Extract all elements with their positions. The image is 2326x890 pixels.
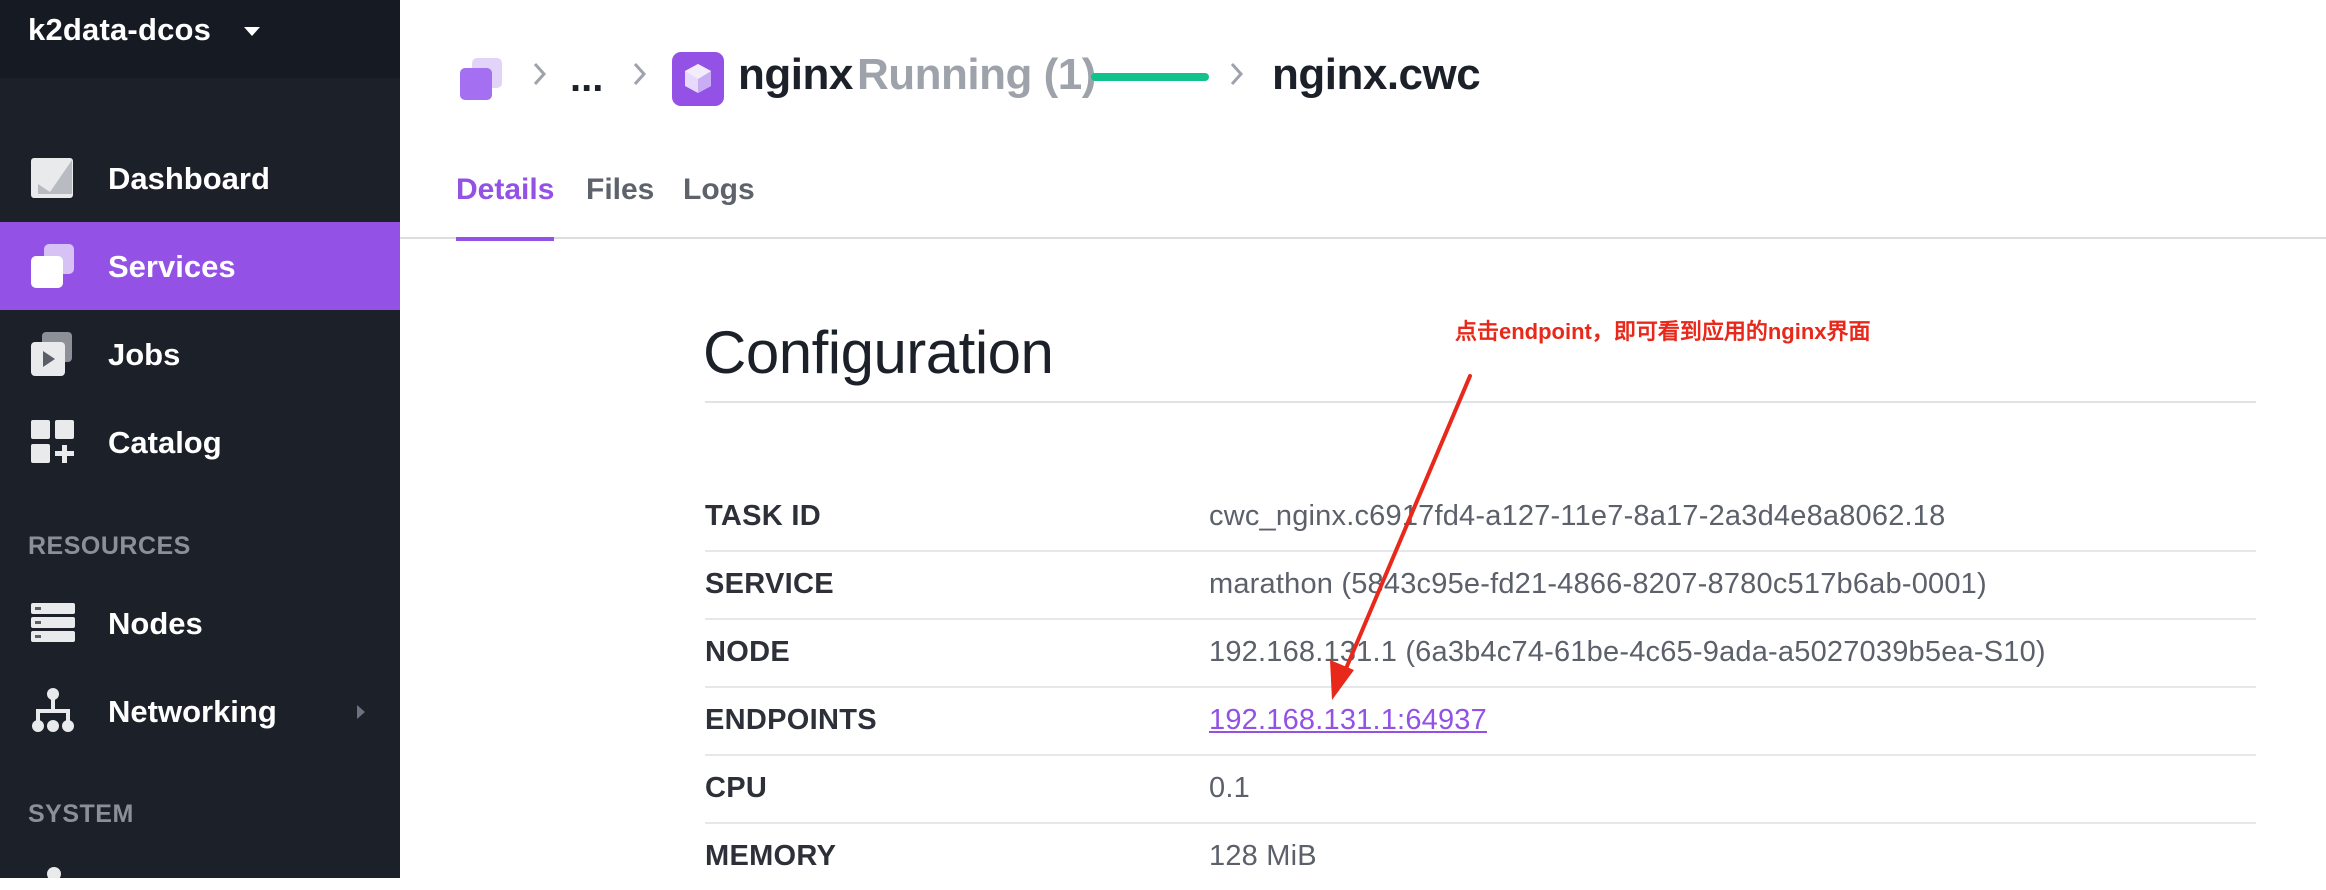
sidebar-item-label: Jobs [108,337,181,372]
breadcrumb-ellipsis[interactable]: ... [570,56,603,101]
sidebar-item-label: Networking [108,694,277,729]
sidebar-item-label: Nodes [108,606,203,641]
row-label: ENDPOINTS [705,704,877,736]
tab-details[interactable]: Details [456,173,555,241]
sidebar-item-jobs[interactable]: Jobs [0,310,400,398]
section-label-resources: RESOURCES [28,532,191,560]
breadcrumb-service[interactable]: nginx [738,50,853,100]
networking-icon [32,688,74,732]
sidebar-item-label: Catalog [108,425,222,460]
cluster-name: k2data-dcos [28,12,212,47]
sidebar-item-label: Services [108,249,236,284]
chevron-right-icon [357,705,365,719]
row-label: CPU [705,772,768,804]
sidebar-item-services[interactable]: Services [0,222,400,310]
system-item-icon [47,867,61,878]
breadcrumb-status: Running (1) [857,50,1096,99]
row-label: SERVICE [705,568,834,600]
sidebar-item-networking[interactable]: Networking [0,667,400,755]
dashboard-icon [31,158,73,198]
breadcrumb: ... nginx Running (1) nginx.cwc [400,0,2326,160]
breadcrumb-task: nginx.cwc [1272,50,1481,99]
chevron-right-icon [633,62,647,86]
services-icon [31,244,74,288]
annotation-arrow-icon [1330,374,1472,700]
tab-bar: Details Files Logs [400,160,2326,241]
catalog-icon [31,420,74,463]
config-row-memory: MEMORY 128 MiB [705,822,2256,890]
chevron-right-icon [533,62,547,86]
row-label: TASK ID [705,500,821,532]
services-icon[interactable] [458,56,506,104]
status-progress-bar [1091,73,1209,81]
sidebar-item-dashboard[interactable]: Dashboard [0,134,400,222]
sidebar-item-catalog[interactable]: Catalog [0,398,400,486]
row-value: 128 MiB [1209,840,1317,872]
tab-files[interactable]: Files [586,173,654,237]
sidebar: k2data-dcos Dashboard Services Jobs Cata… [0,0,400,878]
tab-logs[interactable]: Logs [683,173,755,237]
sidebar-item-label: Dashboard [108,161,270,196]
section-label-system: SYSTEM [28,800,134,828]
annotation-note: 点击endpoint，即可看到应用的nginx界面 [1455,319,1871,344]
chevron-right-icon [1230,62,1244,86]
jobs-icon [31,332,72,376]
nodes-icon [31,603,75,642]
nginx-service-icon [672,52,724,106]
sidebar-item-nodes[interactable]: Nodes [0,579,400,667]
row-label: NODE [705,636,790,668]
row-label: MEMORY [705,840,837,872]
caret-down-icon [244,27,260,36]
row-value: 0.1 [1209,772,1250,804]
config-row-cpu: CPU 0.1 [705,754,2256,824]
page-title: Configuration [703,319,1054,386]
cluster-switcher[interactable]: k2data-dcos [0,0,400,78]
